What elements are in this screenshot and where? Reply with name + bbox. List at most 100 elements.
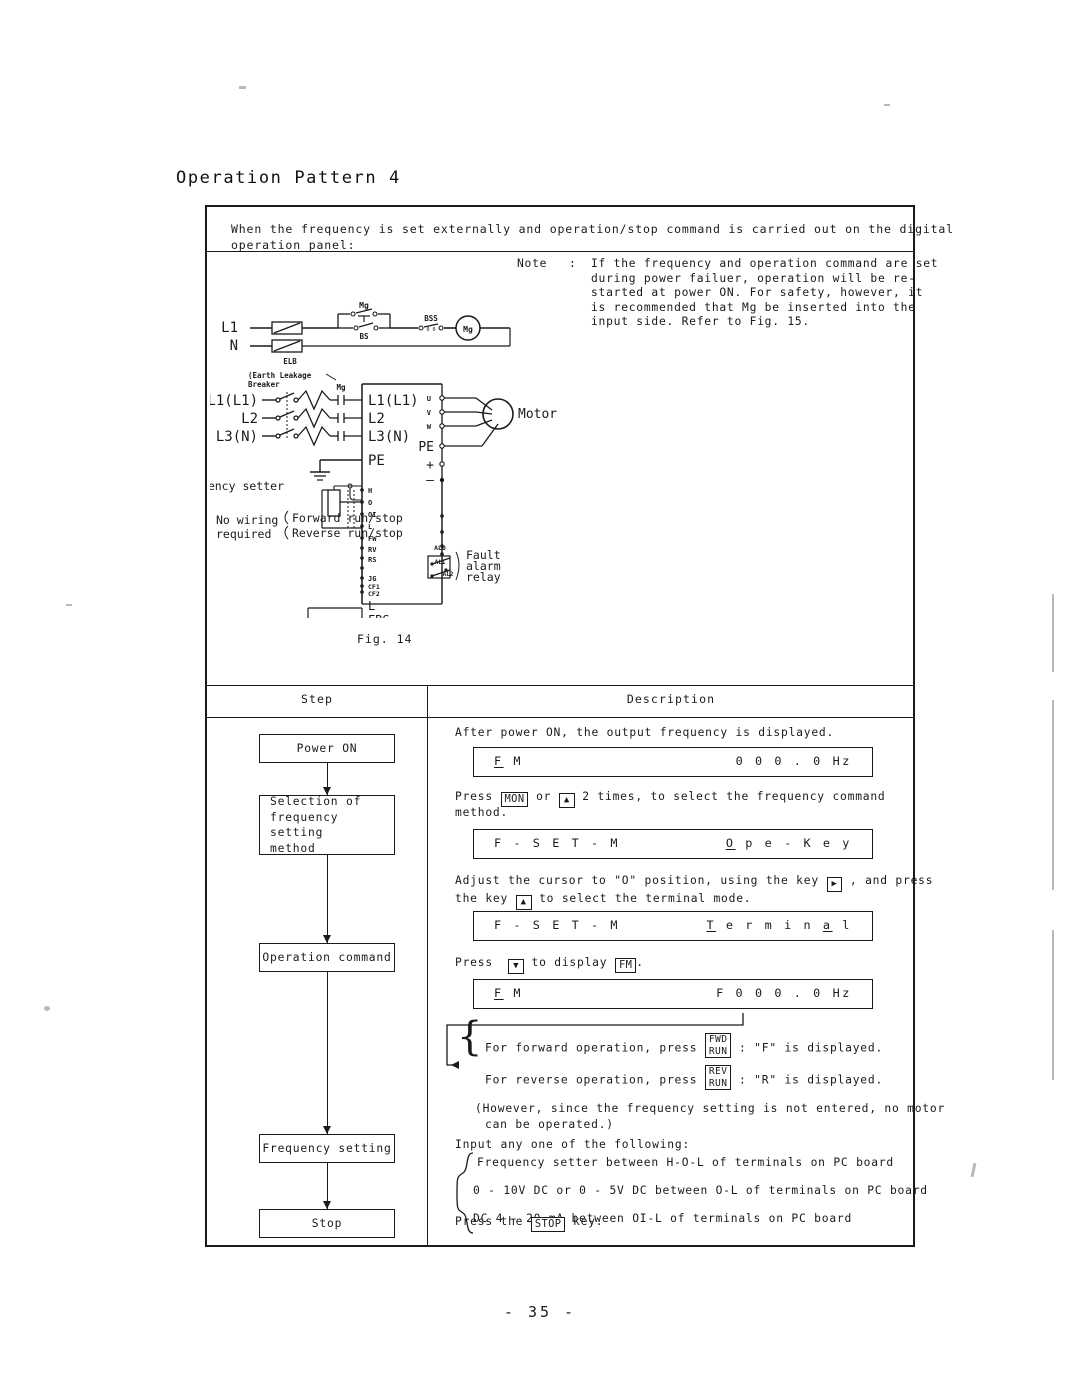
svg-text:W: W: [427, 423, 432, 431]
adjust-text-d: to select the terminal mode.: [539, 892, 752, 905]
key-rev-run[interactable]: REV RUN: [704, 1065, 732, 1090]
svg-text:Motor: Motor: [518, 407, 557, 422]
forward-text-b: : "F" is displayed.: [739, 1041, 884, 1055]
svg-text:H: H: [368, 487, 372, 495]
table-column-divider: [427, 685, 428, 1247]
step-box-stop: Stop: [259, 1209, 395, 1238]
adjust-text-b: , and press: [849, 874, 934, 887]
fwd-rev-brace: {: [457, 1014, 483, 1060]
key-up-arrow[interactable]: ▲: [558, 793, 575, 808]
svg-text:O: O: [368, 499, 372, 507]
scan-speck: [239, 86, 246, 89]
scan-speck: [44, 1006, 50, 1011]
stop-instruction-line: Press the STOP key.: [455, 1214, 603, 1232]
svg-text:L1(L1): L1(L1): [368, 393, 419, 409]
however-line-1: (However, since the frequency setting is…: [475, 1102, 946, 1115]
key-fwd-line-1: FWD: [708, 1034, 728, 1045]
step-label: Frequency setting: [262, 1141, 392, 1155]
scan-speck: [884, 104, 890, 106]
selection-text-c: 2 times, to select the frequency command: [582, 790, 886, 803]
step-label: Operation command: [262, 950, 392, 964]
step-label: Stop: [311, 1216, 343, 1230]
adjust-instruction-line-2: the key ▲ to select the terminal mode.: [455, 891, 751, 910]
selection-instruction-line-2: method.: [455, 806, 509, 819]
press-text-a: Press: [455, 956, 493, 969]
svg-text:+: +: [426, 458, 434, 473]
wiring-diagram: L1 N Mg BS BSS 0 0 Mg ELB (Earth Leakage…: [210, 301, 557, 618]
flow-arrowhead: [323, 1201, 331, 1209]
svg-text:CF2: CF2: [368, 590, 380, 598]
svg-text:Frequency setter: Frequency setter: [210, 479, 284, 493]
stop-text-b: key.: [573, 1215, 604, 1228]
step-label: Selection of frequency setting method: [270, 795, 362, 855]
flow-connector: [327, 972, 328, 1134]
key-up-arrow[interactable]: ▲: [515, 895, 532, 910]
svg-text:L3(N): L3(N): [368, 429, 410, 445]
selection-text-b: or: [536, 790, 552, 803]
column-header-step: Step: [300, 692, 334, 706]
svg-text:JG: JG: [368, 575, 376, 583]
svg-text:Mg: Mg: [336, 383, 346, 392]
key-down-arrow[interactable]: ▼: [508, 959, 524, 974]
selection-instruction-line-1: Press MON or ▲ 2 times, to select the fr…: [455, 789, 886, 808]
step-box-operation-command: Operation command: [259, 943, 395, 972]
svg-text:PE: PE: [418, 440, 434, 455]
note-line-1: If the frequency and operation command a…: [591, 257, 939, 270]
key-right-arrow[interactable]: ▶: [826, 877, 843, 892]
svg-text:Breaker: Breaker: [248, 380, 280, 389]
forward-operation-line: For forward operation, press FWD RUN : "…: [485, 1033, 883, 1058]
note-block: Note : If the frequency and operation co…: [517, 257, 938, 330]
key-rev-line-2: RUN: [708, 1077, 728, 1089]
svg-text:N: N: [230, 338, 238, 354]
press-text-c: .: [636, 956, 644, 969]
note-line-4: is recommended that Mg be inserted into …: [591, 300, 916, 314]
adjust-instruction-line-1: Adjust the cursor to "O" position, using…: [455, 873, 933, 892]
svg-text:(Earth Leakage: (Earth Leakage: [248, 371, 312, 380]
key-fm[interactable]: FM: [614, 958, 637, 973]
svg-text:AL0: AL0: [434, 544, 446, 552]
svg-text:L2: L2: [368, 411, 385, 427]
note-line-3: started at power ON. For safety, however…: [591, 286, 924, 300]
lcd-left-text: F - S E T - M: [494, 836, 621, 850]
svg-text:required: required: [216, 527, 271, 541]
key-fwd-line-2: RUN: [708, 1045, 728, 1057]
key-fwd-run[interactable]: FWD RUN: [704, 1033, 732, 1058]
lcd-right-text: O p e - K e y: [725, 836, 852, 850]
lcd-display-1: F M 0 0 0 . 0 Hz: [473, 747, 873, 777]
press-text-b: to display: [531, 956, 608, 969]
press-instruction: Press ▼ to display FM.: [455, 955, 644, 974]
svg-text:Forward run/stop: Forward run/stop: [292, 511, 403, 525]
svg-text:BSS: BSS: [424, 314, 438, 323]
svg-text:L1: L1: [221, 320, 238, 336]
svg-text:Mg: Mg: [463, 325, 473, 334]
step-box-frequency-setting: Frequency setting: [259, 1134, 395, 1163]
step-box-power-on: Power ON: [259, 734, 395, 763]
scan-speck: [1052, 700, 1054, 890]
column-header-description: Description: [626, 692, 716, 706]
selection-text-a: Press: [455, 790, 493, 803]
page-number: - 35 -: [503, 1303, 577, 1321]
forward-text-a: For forward operation, press: [485, 1041, 698, 1055]
lcd-display-3: F - S E T - M T e r m i n a l: [473, 911, 873, 941]
reverse-text-b: : "R" is displayed.: [739, 1073, 884, 1087]
svg-text:ELB: ELB: [283, 357, 297, 366]
note-line-2: during power failuer, operation will be …: [591, 271, 916, 285]
svg-text:–: –: [426, 473, 434, 488]
power-on-description: After power ON, the output frequency is …: [455, 726, 835, 739]
flow-arrowhead: [323, 1126, 331, 1134]
scan-speck: [66, 604, 72, 606]
however-line-2: can be operated.): [485, 1118, 614, 1131]
svg-text:L: L: [368, 599, 375, 613]
svg-text:U: U: [427, 395, 431, 403]
lcd-right-text: F 0 0 0 . 0 Hz: [716, 986, 852, 1000]
figure-caption: Fig. 14: [357, 632, 413, 646]
stop-text-a: Press the: [455, 1215, 524, 1228]
svg-text:relay: relay: [466, 570, 501, 584]
lcd-left-text: F M: [494, 986, 524, 1000]
note-line-5: input side. Refer to Fig. 15.: [591, 315, 810, 329]
key-stop[interactable]: STOP: [530, 1217, 566, 1232]
svg-text:V: V: [427, 409, 432, 417]
description-column: After power ON, the output frequency is …: [429, 717, 944, 1247]
lcd-left-text: F - S E T - M: [494, 918, 621, 932]
note-colon: :: [569, 257, 577, 270]
